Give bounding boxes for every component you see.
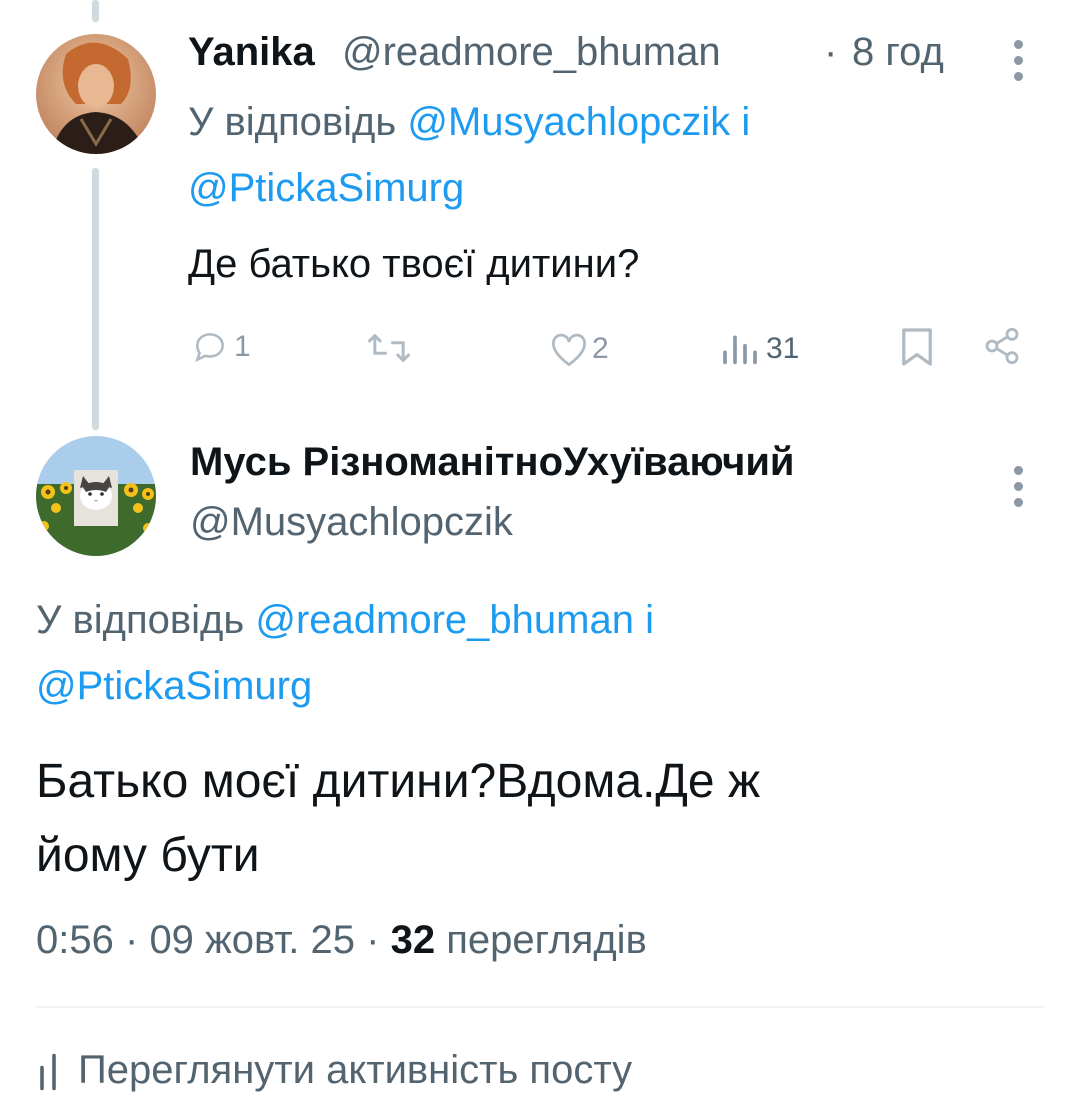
reply-icon — [195, 333, 224, 363]
tweet-time-ago[interactable]: 8 год — [852, 30, 944, 75]
reply-mention-1[interactable]: @Musyachlopczik — [407, 100, 730, 144]
like-action[interactable]: 2 — [548, 330, 609, 368]
retweet-action[interactable] — [366, 330, 412, 366]
reply-conjunction: і — [645, 598, 654, 642]
thread-line-top — [92, 0, 99, 22]
reply-prefix: У відповідь — [36, 598, 245, 642]
tweet-text: Де батько твоєї дитини? — [188, 242, 640, 286]
author-name[interactable]: Мусь РізноманітноУхуїваючий — [190, 440, 795, 485]
bookmark-icon — [902, 328, 932, 366]
post-activity-link[interactable]: Переглянути активність посту — [36, 1048, 632, 1093]
like-count: 2 — [592, 332, 609, 365]
tweet-meta: 0:56 · 09 жовт. 25 · 32 переглядів — [36, 918, 647, 963]
reply-prefix: У відповідь — [188, 100, 397, 144]
reply-count: 1 — [234, 330, 251, 363]
more-icon[interactable] — [1012, 40, 1026, 88]
author-handle[interactable]: @Musyachlopczik — [190, 500, 513, 545]
views-count: 31 — [766, 332, 800, 365]
meta-separator: · — [824, 30, 838, 74]
analytics-icon — [40, 1053, 56, 1091]
thread-line-connector — [92, 168, 99, 430]
divider — [36, 1006, 1044, 1008]
retweet-icon — [368, 334, 410, 362]
author-handle[interactable]: @readmore_bhuman — [342, 30, 721, 75]
reply-mention-1[interactable]: @readmore_bhuman — [255, 598, 634, 642]
meta-separator: · — [124, 918, 139, 962]
tweet-date[interactable]: 09 жовт. 25 — [149, 918, 355, 962]
reply-mention-2[interactable]: @PtickaSimurg — [36, 664, 312, 709]
avatar-yanika[interactable] — [36, 34, 156, 154]
views-action[interactable]: 31 — [720, 332, 799, 366]
tweet-text-line-2: йому бути — [36, 829, 260, 882]
more-icon[interactable] — [1012, 466, 1026, 514]
views-icon — [723, 335, 757, 365]
tweet-time[interactable]: 0:56 — [36, 918, 114, 962]
views-label: переглядів — [446, 918, 647, 962]
bookmark-action[interactable] — [900, 326, 934, 368]
like-icon — [552, 333, 586, 367]
reply-action[interactable]: 1 — [190, 328, 251, 366]
share-icon — [985, 327, 1019, 365]
author-name[interactable]: Yanika — [188, 30, 315, 75]
reply-context: У відповідь @readmore_bhuman і — [36, 598, 654, 643]
reply-context: У відповідь @Musyachlopczik і — [188, 100, 750, 145]
post-activity-label: Переглянути активність посту — [78, 1048, 633, 1092]
share-action[interactable] — [982, 326, 1022, 366]
reply-mention-2[interactable]: @PtickaSimurg — [188, 166, 464, 211]
tweet-text-line-1: Батько моєї дитини?Вдома.Де ж — [36, 755, 761, 808]
views-count: 32 — [390, 918, 436, 962]
reply-conjunction: і — [741, 100, 751, 144]
avatar-musyachlopczik[interactable] — [36, 436, 156, 556]
meta-separator: · — [366, 918, 380, 962]
